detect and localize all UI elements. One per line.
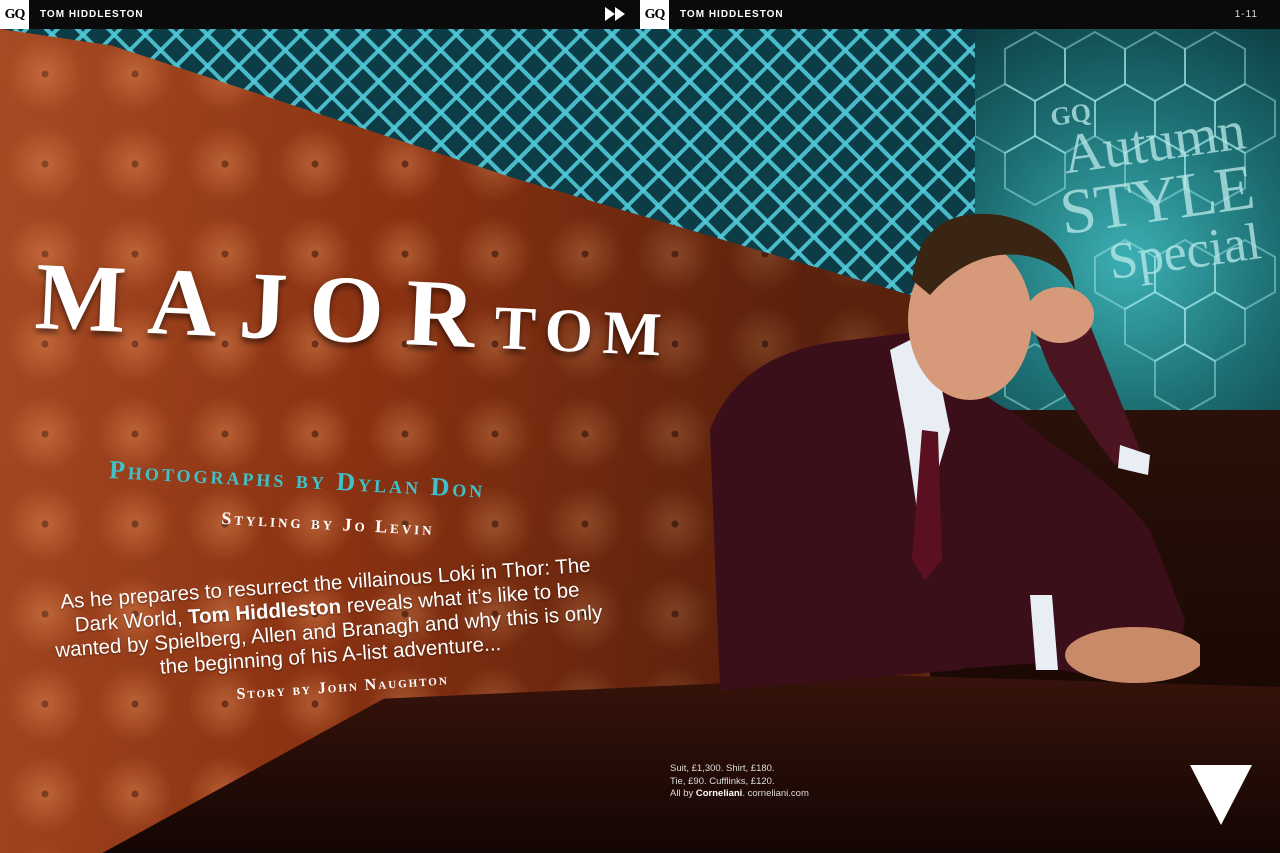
caption-line-3: All by Corneliani. corneliani.com [670,788,809,801]
caption-suffix: . corneliani.com [742,788,809,799]
magazine-spread: GQ Autumn STYLE Special MAJOR TOM Photog… [0,0,1280,853]
section-title-right: TOM HIDDLESTON [680,9,784,20]
caption-brand: Corneliani [695,788,743,799]
fast-forward-icon[interactable] [605,7,627,21]
fashion-caption: Suit, £1,300. Shirt, £180. Tie, £90. Cuf… [670,763,809,801]
autumn-style-special-tagline: GQ Autumn STYLE Special [990,79,1265,301]
page-number: 1-11 [1234,9,1258,20]
caption-line-2: Tie, £90. Cufflinks, £120. [670,775,775,787]
gq-logo-left[interactable]: GQ [0,0,29,29]
headline-word-tom: TOM [493,294,673,370]
gq-logo-right[interactable]: GQ [640,0,669,29]
section-title-left: TOM HIDDLESTON [40,9,144,20]
caption-prefix: All by [670,788,696,799]
caption-line-1: Suit, £1,300. Shirt, £180. [670,763,775,774]
down-triangle-icon[interactable] [1190,765,1252,825]
top-bar: GQ TOM HIDDLESTON GQ TOM HIDDLESTON 1-11 [0,0,1280,29]
headline-word-major: MAJOR [33,241,500,370]
